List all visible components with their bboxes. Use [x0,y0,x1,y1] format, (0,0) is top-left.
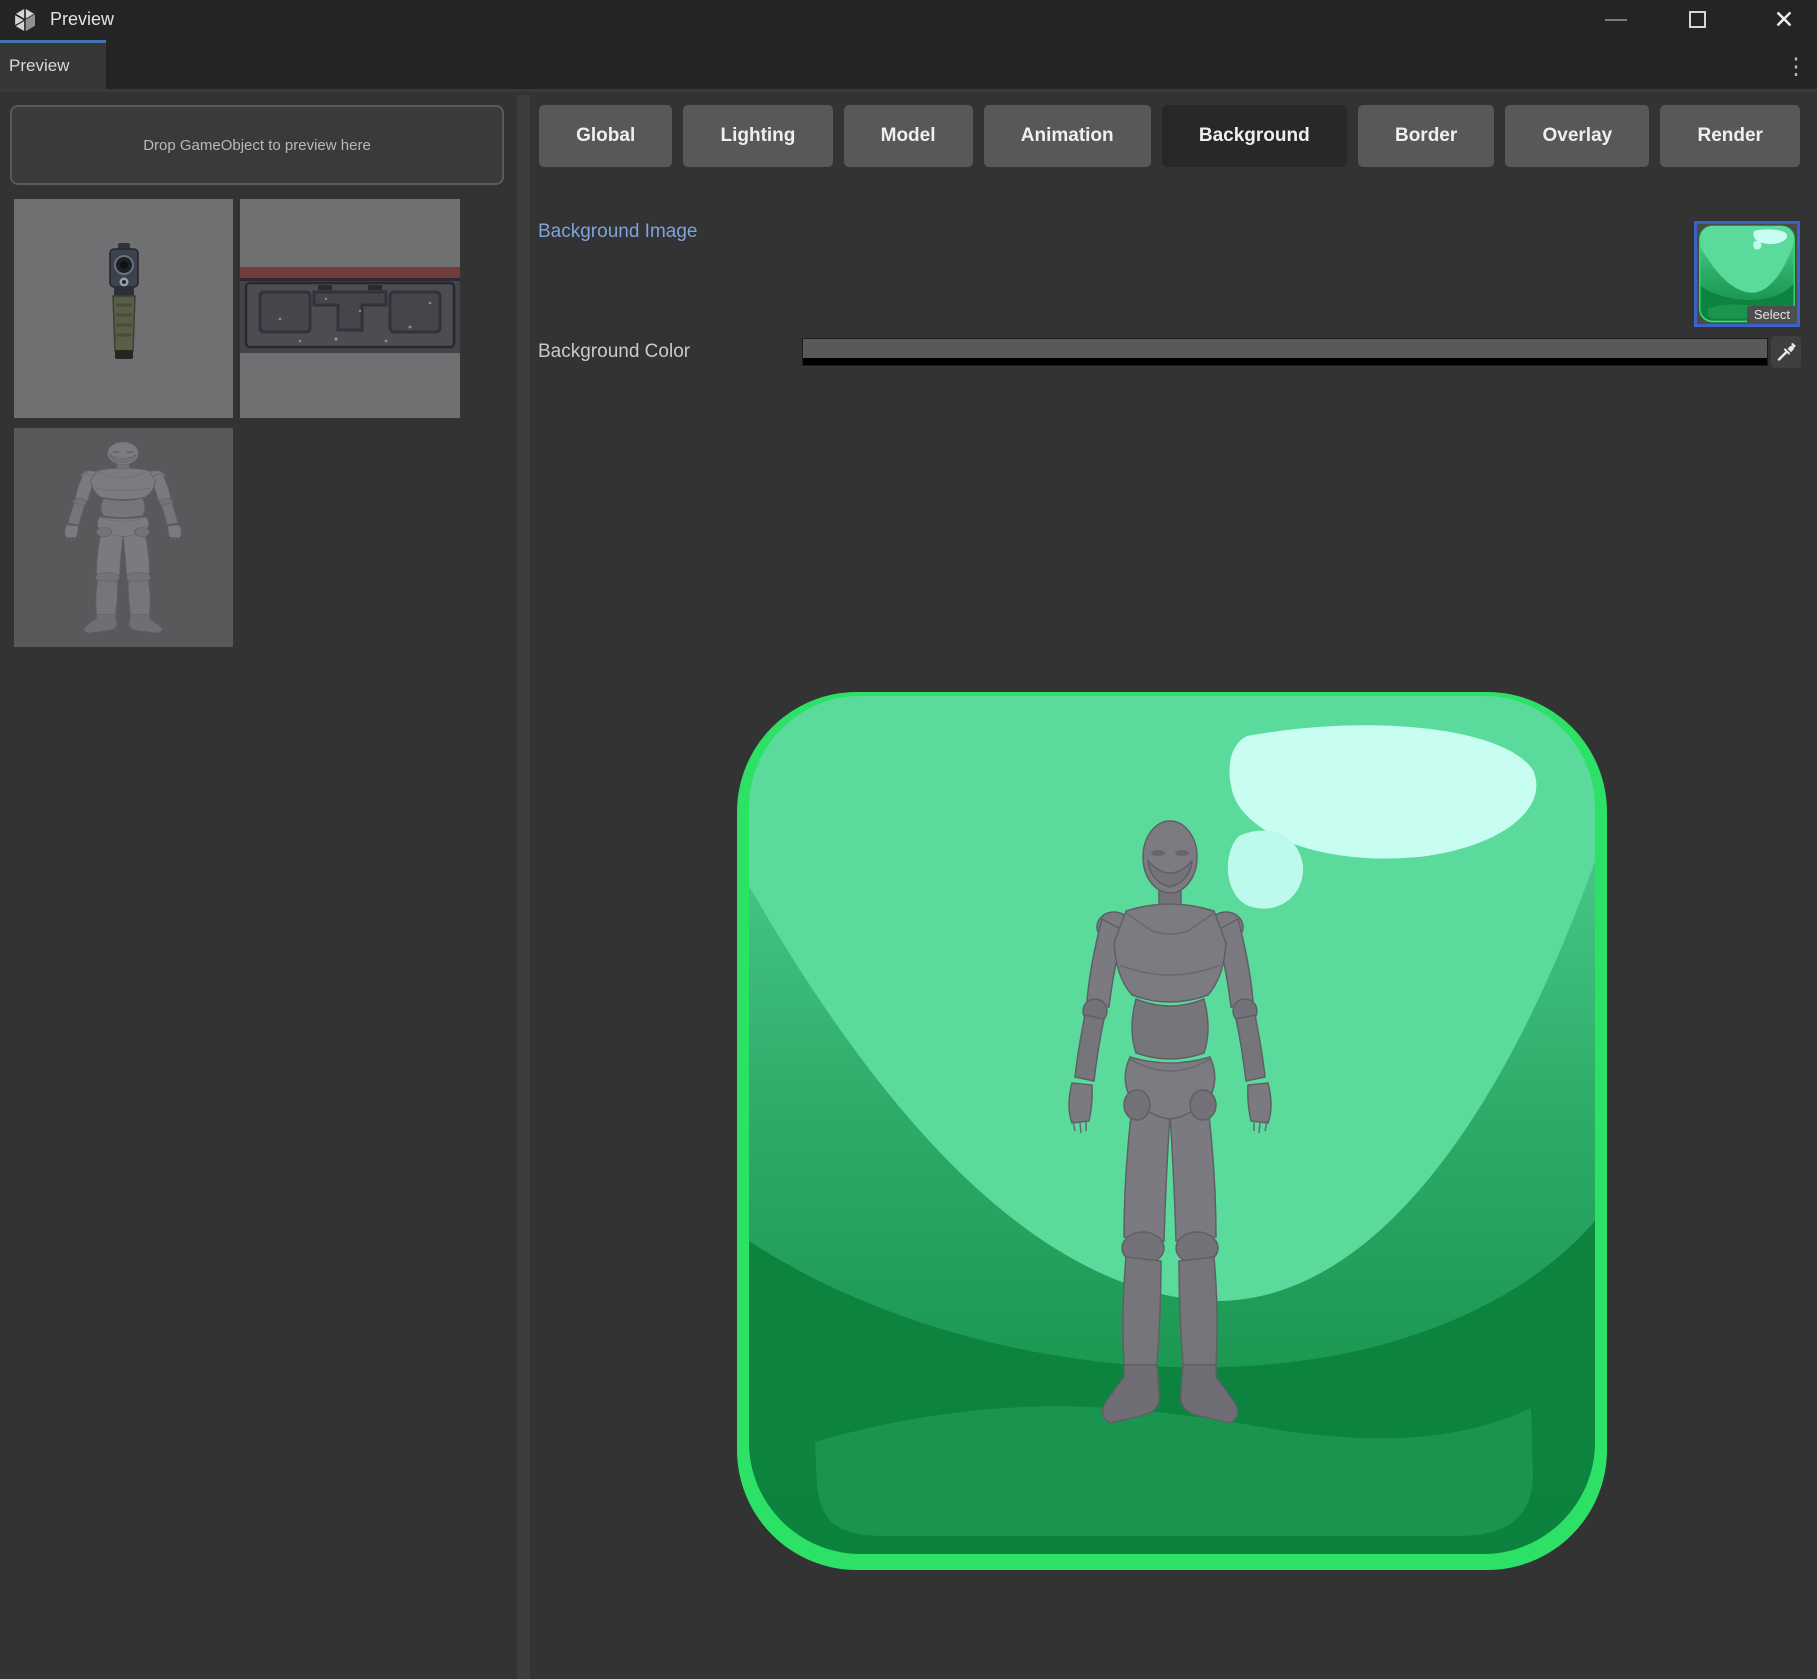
tab-animation[interactable]: Animation [983,105,1151,167]
preview-render-stage[interactable] [727,686,1617,1576]
tab-border[interactable]: Border [1357,105,1495,167]
left-panel-scrollbar[interactable] [517,95,530,1679]
preview-render-image [727,686,1617,1576]
tab-model[interactable]: Model [843,105,973,167]
window-content: Drop GameObject to preview here Global L… [0,95,1817,1679]
tab-global[interactable]: Global [539,105,673,167]
kebab-menu-icon[interactable]: ⋮ [1783,52,1809,80]
minimize-icon[interactable] [1605,19,1627,21]
background-image-picker[interactable]: Select [1694,221,1800,327]
select-badge[interactable]: Select [1746,306,1797,324]
tab-background[interactable]: Background [1161,105,1347,167]
mannequin-icon [48,440,198,640]
preview-list-panel: Drop GameObject to preview here [0,95,516,1679]
unity-preview-window: { "window": { "title": "Preview", "tab_l… [0,0,1817,1679]
pistol-icon [108,241,140,361]
color-swatch [803,339,1767,358]
tab-bar: Preview ⋮ [0,40,1817,92]
maximize-icon[interactable] [1689,11,1706,28]
thumbnail-mannequin[interactable] [14,428,233,647]
eyedropper-button[interactable] [1771,336,1801,368]
tab-render[interactable]: Render [1660,105,1801,167]
eyedropper-icon [1777,343,1796,361]
thumbnail-metal-crate[interactable] [240,199,460,418]
thumbnail-pistol[interactable] [14,199,233,418]
window-title: Preview [50,9,115,29]
close-icon[interactable]: ✕ [1767,3,1801,37]
tab-preview[interactable]: Preview [0,40,106,89]
gameobject-drop-zone[interactable]: Drop GameObject to preview here [10,105,504,185]
background-color-label: Background Color [538,341,691,362]
color-alpha-bar [803,358,1767,365]
background-image-label: Background Image [538,221,698,242]
metal-crate-icon [240,265,460,355]
title-bar: Preview ✕ [0,0,1817,40]
background-color-field[interactable] [802,338,1768,366]
settings-panel: Global Lighting Model Animation Backgrou… [530,95,1817,1679]
unity-logo-icon [14,7,36,33]
tab-lighting[interactable]: Lighting [683,105,833,167]
tab-overlay[interactable]: Overlay [1505,105,1650,167]
settings-tabs: Global Lighting Model Animation Backgrou… [539,105,1801,167]
drop-zone-label: Drop GameObject to preview here [143,136,371,154]
